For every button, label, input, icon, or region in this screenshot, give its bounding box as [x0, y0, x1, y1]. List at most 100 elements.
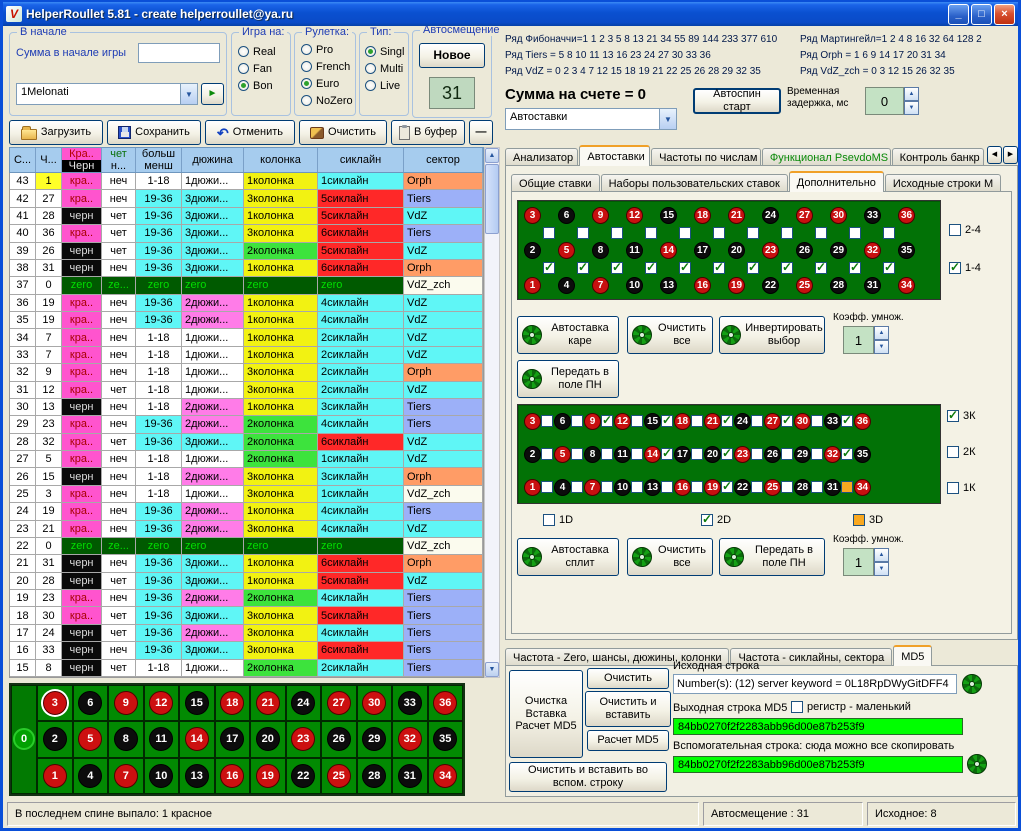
table-row[interactable]: 253кра..неч1-181дюжи...3колонка1сиклайнV…: [10, 486, 483, 503]
checkbox-box[interactable]: [791, 701, 803, 713]
grid-number-8[interactable]: 8: [592, 242, 609, 259]
bet-checkbox[interactable]: [691, 415, 703, 427]
col-color[interactable]: Кра.. Черн: [62, 148, 102, 172]
radio-nozero[interactable]: NoZero: [301, 92, 353, 109]
grid-number-23[interactable]: 23: [734, 446, 751, 463]
bet-checkbox[interactable]: [747, 227, 759, 239]
grid-number-14[interactable]: 14: [644, 446, 661, 463]
board-cell-14[interactable]: 14: [179, 721, 215, 757]
board-cell-23[interactable]: 23: [286, 721, 322, 757]
tabs-scroll-left[interactable]: ◀: [987, 146, 1002, 164]
tab-Контроль банкр[interactable]: Контроль банкр: [892, 148, 984, 166]
grid-number-9[interactable]: 9: [584, 413, 601, 430]
grid-number-35[interactable]: 35: [898, 242, 915, 259]
bet-checkbox[interactable]: [645, 227, 657, 239]
bet-checkbox[interactable]: [543, 227, 555, 239]
grid-number-5[interactable]: 5: [554, 446, 571, 463]
bet-checkbox[interactable]: [679, 262, 691, 274]
grid-number-18[interactable]: 18: [694, 207, 711, 224]
spin-down-icon[interactable]: ▼: [874, 562, 889, 576]
grid-number-35[interactable]: 35: [854, 446, 871, 463]
grid-number-29[interactable]: 29: [830, 242, 847, 259]
checkbox-box[interactable]: [853, 514, 865, 526]
grid-number-26[interactable]: 26: [796, 242, 813, 259]
table-row[interactable]: 1724чернчет19-362дюжи...3колонка4сиклайн…: [10, 625, 483, 642]
clear-all-kare-button[interactable]: Очистить все: [627, 316, 713, 354]
buffer-button[interactable]: В буфер: [391, 120, 465, 145]
tab-Наборы пользовательских ставок[interactable]: Наборы пользовательских ставок: [601, 174, 788, 192]
coef-spinner-split[interactable]: 1 ▲▼: [843, 548, 889, 576]
bet-checkbox[interactable]: [713, 262, 725, 274]
board-cell-29[interactable]: 29: [357, 721, 393, 757]
grid-number-31[interactable]: 31: [824, 479, 841, 496]
board-cell-36[interactable]: 36: [428, 685, 464, 721]
board-cell-22[interactable]: 22: [286, 758, 322, 794]
close-button[interactable]: ×: [994, 4, 1015, 25]
bet-checkbox[interactable]: [713, 227, 725, 239]
board-cell-17[interactable]: 17: [215, 721, 251, 757]
grid-number-33[interactable]: 33: [824, 413, 841, 430]
grid-number-27[interactable]: 27: [764, 413, 781, 430]
col-odd[interactable]: н...: [102, 160, 135, 172]
tab-Функционал PsevdoMS[interactable]: Функционал PsevdoMS: [762, 148, 891, 166]
spin-up-icon[interactable]: ▲: [904, 87, 919, 101]
col-high[interactable]: больш: [136, 148, 181, 160]
transfer-split-button[interactable]: Передать в поле ПН: [719, 538, 825, 576]
grid-number-20[interactable]: 20: [704, 446, 721, 463]
col-sector[interactable]: сектор: [404, 148, 483, 172]
grid-number-36[interactable]: 36: [854, 413, 871, 430]
bet-checkbox[interactable]: [781, 481, 793, 493]
grid-number-31[interactable]: 31: [864, 277, 881, 294]
bet-checkbox[interactable]: [747, 262, 759, 274]
bet-checkbox[interactable]: [541, 448, 553, 460]
grid-number-7[interactable]: 7: [592, 277, 609, 294]
bet-checkbox[interactable]: [631, 448, 643, 460]
start-sum-input[interactable]: [138, 43, 220, 63]
chevron-down-icon[interactable]: ▼: [180, 84, 197, 104]
grid-number-13[interactable]: 13: [644, 479, 661, 496]
bet-checkbox[interactable]: [691, 481, 703, 493]
grid-number-32[interactable]: 32: [864, 242, 881, 259]
radio-french[interactable]: French: [301, 58, 353, 75]
bet-checkbox[interactable]: [631, 481, 643, 493]
grid-number-22[interactable]: 22: [762, 277, 779, 294]
grid-number-32[interactable]: 32: [824, 446, 841, 463]
kare-grid[interactable]: 3691215182124273033362581114172023262932…: [517, 200, 941, 300]
grid-number-11[interactable]: 11: [626, 242, 643, 259]
grid-number-7[interactable]: 7: [584, 479, 601, 496]
bet-checkbox[interactable]: [661, 481, 673, 493]
radio-live[interactable]: Live: [365, 77, 404, 94]
table-row[interactable]: 220zeroze...zerozerozerozeroVdZ_zch: [10, 538, 483, 555]
tabs-scroll-right[interactable]: ▶: [1003, 146, 1018, 164]
checkbox-1k[interactable]: 1К: [947, 482, 976, 494]
grid-number-12[interactable]: 12: [626, 207, 643, 224]
table-row[interactable]: 329кра..неч1-181дюжи...3колонка2сиклайнO…: [10, 364, 483, 381]
grid-number-4[interactable]: 4: [554, 479, 571, 496]
scroll-down-icon[interactable]: ▼: [485, 662, 499, 677]
bet-checkbox[interactable]: [541, 481, 553, 493]
bet-checkbox[interactable]: [841, 415, 853, 427]
grid-number-15[interactable]: 15: [644, 413, 661, 430]
board-cell-3[interactable]: 3: [37, 685, 73, 721]
board-cell-6[interactable]: 6: [73, 685, 109, 721]
board-cell-19[interactable]: 19: [250, 758, 286, 794]
grid-number-8[interactable]: 8: [584, 446, 601, 463]
table-row[interactable]: 431кра..неч1-181дюжи...1колонка1сиклайнO…: [10, 173, 483, 190]
tab-Частоты по числам[interactable]: Частоты по числам: [651, 148, 761, 166]
radio-multi[interactable]: Multi: [365, 60, 404, 77]
sub-tabs[interactable]: Общие ставкиНаборы пользовательских став…: [511, 170, 1011, 192]
source-input[interactable]: [673, 674, 957, 694]
bet-checkbox[interactable]: [661, 448, 673, 460]
grid-number-26[interactable]: 26: [764, 446, 781, 463]
table-row[interactable]: 3519кра..неч19-362дюжи...1колонка4сиклай…: [10, 312, 483, 329]
md5-clear-paste-button[interactable]: Очистить и вставить: [585, 691, 671, 727]
bet-checkbox[interactable]: [577, 262, 589, 274]
autobet-split-button[interactable]: Автоставка сплит: [517, 538, 619, 576]
grid-number-36[interactable]: 36: [898, 207, 915, 224]
tab-MD5[interactable]: MD5: [893, 645, 932, 666]
bet-checkbox[interactable]: [721, 448, 733, 460]
grid-number-21[interactable]: 21: [728, 207, 745, 224]
bet-checkbox[interactable]: [611, 227, 623, 239]
grid-number-29[interactable]: 29: [794, 446, 811, 463]
preset-combobox[interactable]: 1Melonati ▼: [16, 83, 198, 105]
